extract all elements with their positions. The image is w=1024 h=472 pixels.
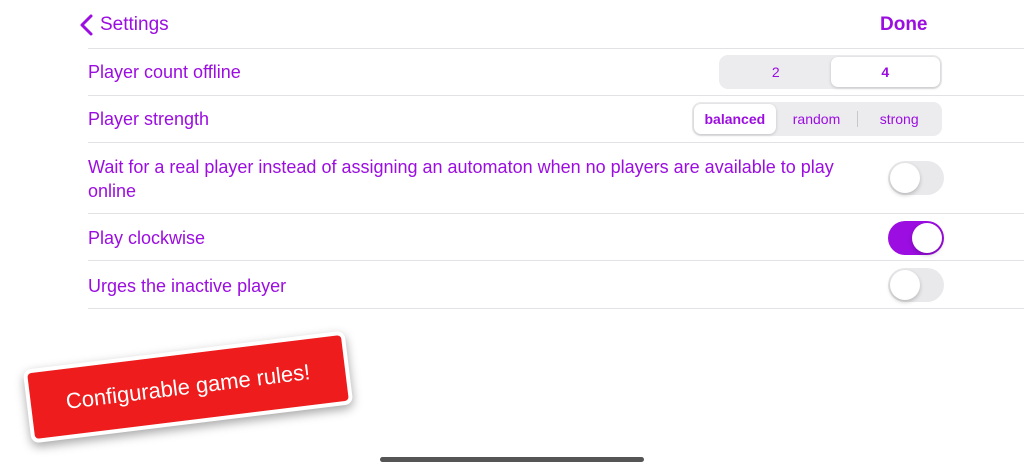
divider bbox=[88, 48, 1024, 49]
urges-inactive-toggle[interactable] bbox=[888, 268, 944, 302]
divider bbox=[88, 213, 1024, 214]
promo-banner-text: Configurable game rules! bbox=[64, 359, 312, 414]
divider bbox=[88, 142, 1024, 143]
wait-real-player-toggle[interactable] bbox=[888, 161, 944, 195]
navigation-bar: Settings Done bbox=[0, 0, 1024, 48]
player-strength-segmented-control: balanced random strong bbox=[692, 102, 942, 136]
divider bbox=[88, 95, 1024, 96]
toggle-knob bbox=[890, 163, 920, 193]
done-button[interactable]: Done bbox=[880, 12, 928, 38]
promo-banner: Configurable game rules! bbox=[22, 330, 354, 444]
divider bbox=[88, 308, 1024, 309]
toggle-knob bbox=[890, 270, 920, 300]
toggle-knob bbox=[912, 223, 942, 253]
divider bbox=[88, 260, 1024, 261]
play-clockwise-toggle[interactable] bbox=[888, 221, 944, 255]
urges-inactive-label: Urges the inactive player bbox=[88, 276, 287, 296]
wait-real-player-label: Wait for a real player instead of assign… bbox=[88, 157, 834, 201]
player-strength-option-random[interactable]: random bbox=[776, 104, 858, 134]
player-strength-option-balanced[interactable]: balanced bbox=[694, 104, 776, 134]
player-strength-option-strong[interactable]: strong bbox=[858, 104, 940, 134]
chevron-left-icon bbox=[80, 14, 93, 36]
player-count-segmented-control: 2 4 bbox=[719, 55, 942, 89]
play-clockwise-label: Play clockwise bbox=[88, 228, 206, 248]
player-count-option-2[interactable]: 2 bbox=[721, 57, 831, 87]
back-button[interactable]: Settings bbox=[78, 12, 169, 38]
player-count-option-4[interactable]: 4 bbox=[830, 57, 940, 87]
back-button-label: Settings bbox=[100, 14, 169, 35]
home-indicator[interactable] bbox=[380, 457, 644, 462]
